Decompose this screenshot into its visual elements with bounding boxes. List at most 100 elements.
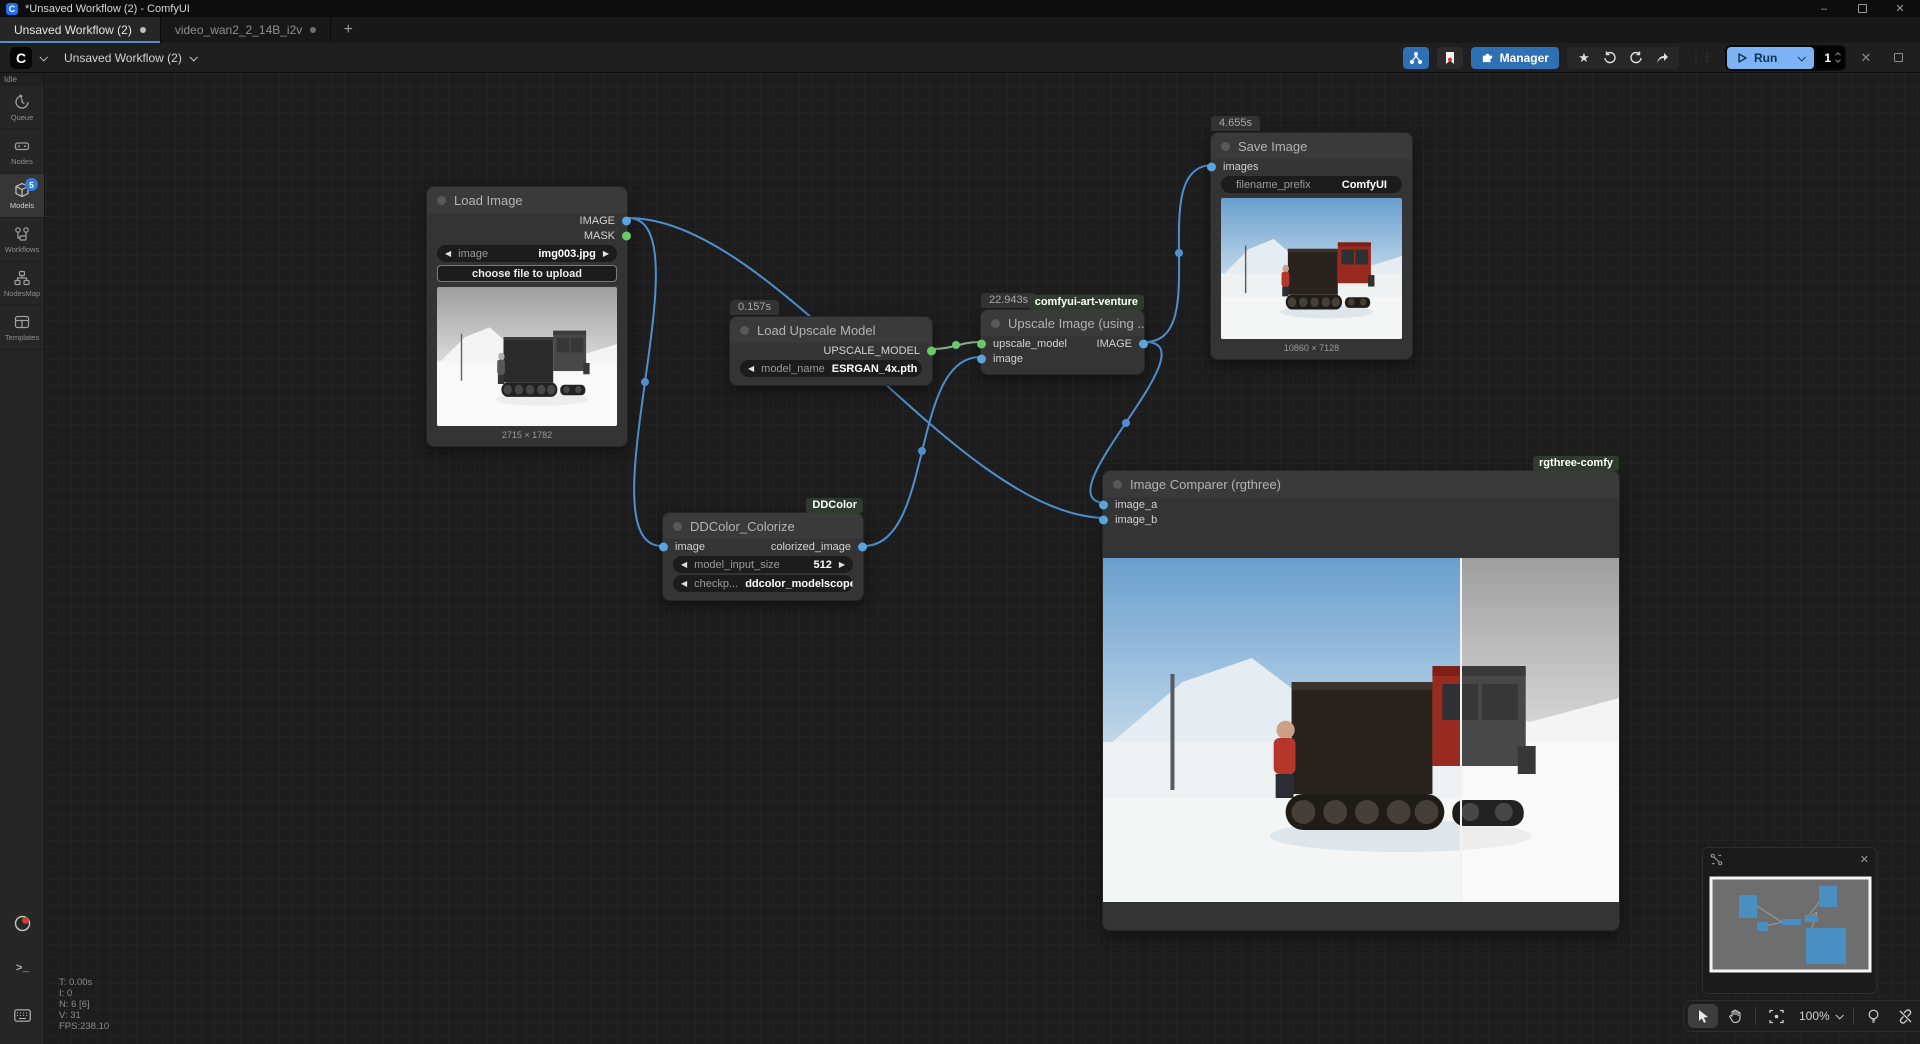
node-ddcolor-colorize[interactable]: DDColor DDColor_Colorize image colorized… — [662, 512, 864, 601]
comparer-image[interactable] — [1103, 558, 1619, 902]
models-count-badge: 5 — [25, 178, 38, 191]
collapse-dot-icon[interactable] — [1113, 480, 1122, 489]
comfyui-menu-button[interactable]: C — [10, 47, 32, 69]
graph-view-button[interactable] — [1403, 47, 1429, 69]
input-port-upscale-model[interactable] — [977, 339, 986, 348]
output-port-image[interactable] — [622, 216, 631, 225]
zoom-level-dropdown[interactable]: 100% — [1793, 1009, 1848, 1023]
minimap-view[interactable] — [1709, 870, 1870, 983]
image-combo-widget[interactable]: ◀ image img003.jpg ▶ — [437, 245, 617, 262]
collapse-dot-icon[interactable] — [991, 319, 1000, 328]
arrow-left-icon[interactable]: ◀ — [681, 560, 687, 569]
theme-button[interactable] — [0, 915, 45, 932]
input-port-images[interactable] — [1207, 162, 1216, 171]
node-upscale-image[interactable]: 22.943s comfyui-art-venture Upscale Imag… — [980, 309, 1145, 375]
node-header[interactable]: Upscale Image (using ... — [981, 310, 1144, 336]
stop-button[interactable] — [1886, 47, 1910, 69]
io-row: upscale_model IMAGE — [981, 336, 1144, 351]
model-input-size-widget[interactable]: ◀ model_input_size 512 ▶ — [673, 556, 853, 573]
unsaved-indicator-icon — [310, 27, 316, 33]
checkpoint-combo-widget[interactable]: ◀ checkp... ddcolor_modelscope.pth ▶ — [673, 575, 853, 592]
input-port-image[interactable] — [977, 354, 986, 363]
arrow-left-icon[interactable]: ◀ — [748, 364, 754, 373]
node-header[interactable]: DDColor_Colorize — [663, 513, 863, 539]
minimap-close-icon[interactable]: ✕ — [1860, 853, 1869, 866]
favorite-button[interactable]: ★ — [1571, 47, 1597, 69]
workflow-name-menu[interactable]: Unsaved Workflow (2) — [64, 51, 196, 65]
drag-handle[interactable]: ⋮⋮ — [1691, 52, 1713, 63]
input-port-image-b[interactable] — [1099, 515, 1108, 524]
plus-icon: + — [344, 21, 353, 39]
output-port-colorized-image[interactable] — [858, 542, 867, 551]
close-button[interactable]: ✕ — [1894, 3, 1906, 15]
node-image-comparer[interactable]: rgthree-comfy Image Comparer (rgthree) i… — [1102, 470, 1620, 931]
filename-prefix-widget[interactable]: filename_prefix ComfyUI — [1221, 176, 1402, 193]
sidebar-item-templates[interactable]: Templates — [0, 306, 44, 350]
sidebar-item-models[interactable]: Models 5 — [0, 174, 44, 218]
output-port-image[interactable] — [1139, 339, 1148, 348]
stop-icon — [1894, 53, 1903, 62]
sidebar-item-workflows[interactable]: Workflows — [0, 218, 44, 262]
minimap-graph — [1709, 870, 1872, 983]
redo-button[interactable] — [1623, 47, 1649, 69]
sidebar-item-nodes[interactable]: Nodes — [0, 130, 44, 174]
chevron-down-icon[interactable] — [39, 53, 47, 61]
input-port-image[interactable] — [659, 542, 668, 551]
tab-video-wan[interactable]: video_wan2_2_14B_i2v — [161, 17, 331, 43]
terminal-button[interactable]: >_ — [0, 963, 45, 975]
maximize-button[interactable] — [1856, 3, 1868, 15]
minimap-panel[interactable]: ✕ — [1702, 847, 1877, 994]
node-header[interactable]: Load Upscale Model — [730, 317, 932, 343]
new-tab-button[interactable]: + — [331, 17, 365, 43]
minimize-button[interactable]: – — [1818, 3, 1830, 15]
tab-unsaved-workflow[interactable]: Unsaved Workflow (2) — [0, 17, 161, 43]
node-graph-canvas[interactable]: Load Image IMAGE MASK ◀ image img003.jpg… — [45, 73, 1920, 1044]
collapse-dot-icon[interactable] — [740, 326, 749, 335]
undo-button[interactable] — [1597, 47, 1623, 69]
toggle-theme-button[interactable] — [1859, 1004, 1889, 1028]
node-save-image[interactable]: 4.655s Save Image images filename_prefix… — [1210, 132, 1413, 360]
input-port-image-a[interactable] — [1099, 500, 1108, 509]
fit-view-button[interactable] — [1761, 1004, 1791, 1028]
output-row: IMAGE — [427, 213, 627, 228]
collapse-dot-icon[interactable] — [1221, 142, 1230, 151]
output-port-upscale-model[interactable] — [927, 346, 936, 355]
sidebar-item-nodesmap[interactable]: NodesMap — [0, 262, 44, 306]
widget-label: filename_prefix — [1236, 179, 1311, 191]
select-tool-button[interactable] — [1688, 1004, 1718, 1028]
chevron-down-icon[interactable] — [1798, 53, 1806, 61]
cancel-run-button[interactable]: ✕ — [1854, 47, 1878, 69]
node-title: Load Upscale Model — [757, 323, 876, 338]
output-port-mask[interactable] — [622, 231, 631, 240]
node-load-image[interactable]: Load Image IMAGE MASK ◀ image img003.jpg… — [426, 186, 628, 447]
manager-button[interactable]: Manager — [1471, 47, 1559, 69]
chevron-down-icon — [189, 53, 197, 61]
execution-time-badge: 22.943s — [981, 293, 1036, 308]
star-icon: ★ — [1578, 50, 1590, 66]
node-header[interactable]: Save Image — [1211, 133, 1412, 159]
arrow-right-icon[interactable]: ▶ — [839, 560, 845, 569]
run-button[interactable]: Run — [1727, 47, 1814, 69]
node-header[interactable]: Image Comparer (rgthree) — [1103, 471, 1619, 497]
shortcuts-button[interactable] — [0, 1009, 45, 1022]
output-row: MASK — [427, 228, 627, 243]
model-name-combo-widget[interactable]: ◀ model_name ESRGAN_4x.pth ▶ — [740, 360, 922, 377]
batch-count-input[interactable]: 1 — [1816, 47, 1844, 69]
collapse-dot-icon[interactable] — [437, 196, 446, 205]
arrow-right-icon[interactable]: ▶ — [603, 249, 609, 258]
share-button[interactable] — [1649, 47, 1675, 69]
collapse-dot-icon[interactable] — [673, 522, 682, 531]
arrow-left-icon[interactable]: ◀ — [681, 579, 687, 588]
count-stepper[interactable] — [1836, 53, 1840, 62]
arrow-left-icon[interactable]: ◀ — [445, 249, 451, 258]
comparer-slider-handle[interactable] — [1460, 558, 1462, 902]
sidebar-item-queue[interactable]: Queue — [0, 86, 44, 130]
node-load-upscale-model[interactable]: 0.157s Load Upscale Model UPSCALE_MODEL … — [729, 316, 933, 386]
node-header[interactable]: Load Image — [427, 187, 627, 213]
upload-button[interactable]: choose file to upload — [437, 265, 617, 282]
port-label: upscale_model — [993, 338, 1067, 350]
minimap-toggle-icon[interactable] — [1710, 853, 1723, 866]
toggle-links-button[interactable] — [1891, 1004, 1920, 1028]
bookmark-button[interactable] — [1437, 47, 1463, 69]
pan-tool-button[interactable] — [1720, 1004, 1750, 1028]
